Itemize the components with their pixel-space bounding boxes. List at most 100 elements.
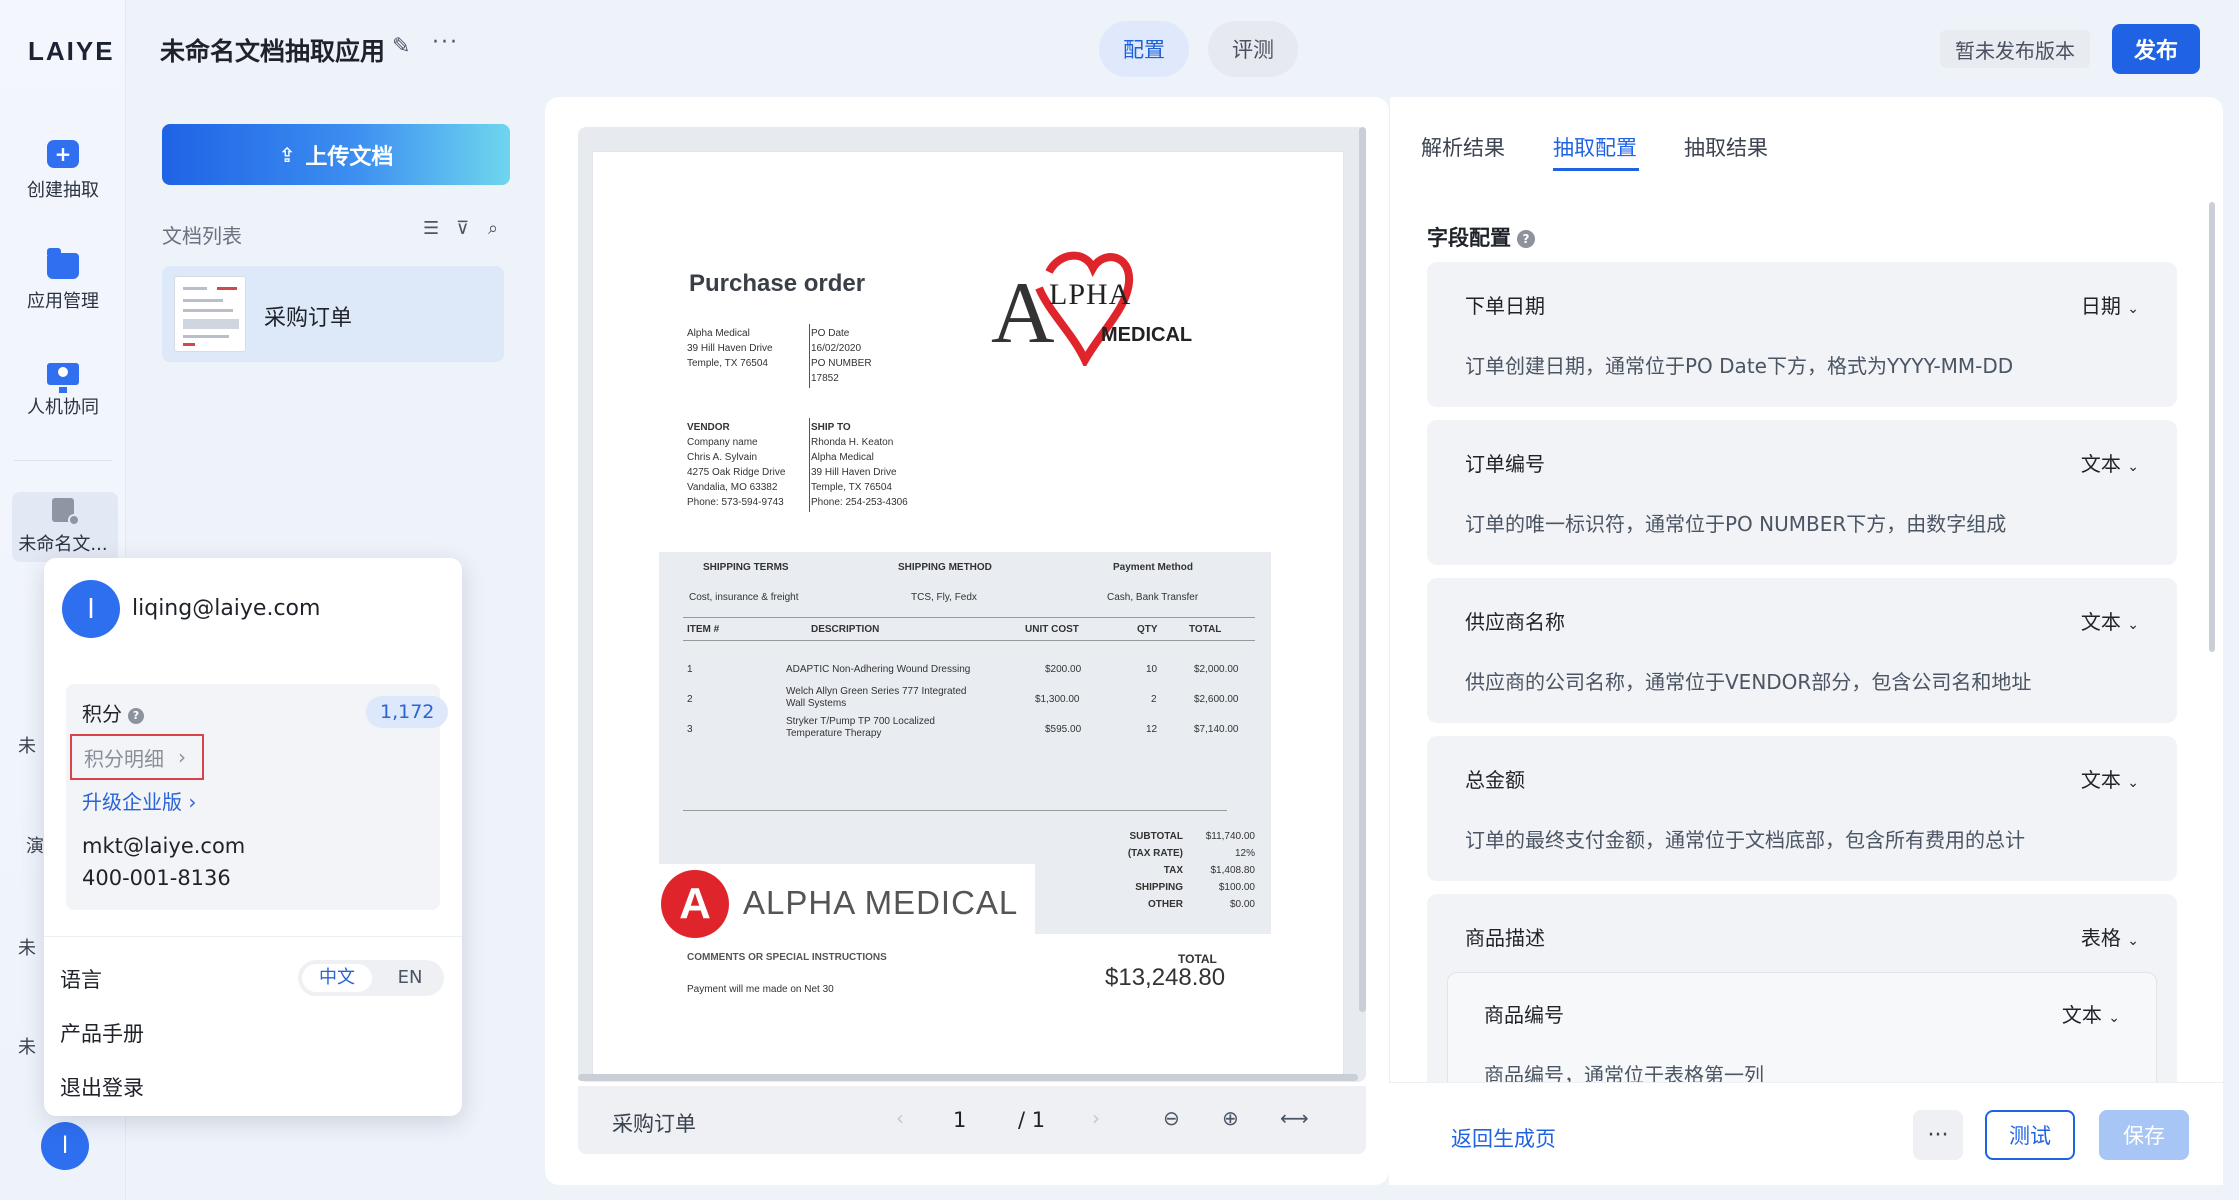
upgrade-link[interactable]: 升级企业版 ›: [82, 786, 196, 815]
po-block: PO Date 16/02/2020 PO NUMBER 17852: [811, 328, 872, 384]
rail-item-create[interactable]: + 创建抽取: [0, 140, 126, 202]
chevron-down-icon: ⌄: [2127, 301, 2139, 317]
chevron-right-icon: ›: [178, 745, 186, 769]
filter-icon[interactable]: ⊽: [456, 218, 469, 239]
rail-peek-3[interactable]: 未: [18, 934, 36, 960]
total-amount: $13,248.80: [1105, 964, 1226, 991]
points-box: 积分? 1,172 升级企业版 › mkt@laiye.com 400-001-…: [66, 684, 449, 910]
field-config-title: 字段配置?: [1427, 222, 1535, 252]
zoom-in-icon[interactable]: ⊕: [1222, 1106, 1239, 1130]
buyer-block: Alpha Medical 39 Hill Haven Drive Temple…: [687, 328, 773, 369]
brand-logo[interactable]: LAIYE: [28, 36, 115, 67]
help-icon[interactable]: ?: [1517, 230, 1535, 248]
doc-name: 采购订单: [264, 306, 353, 331]
comments-text: Payment will me made on Net 30: [687, 984, 834, 995]
field-type-select[interactable]: 日期 ⌄: [2081, 290, 2139, 319]
more-actions-button[interactable]: ···: [1913, 1110, 1963, 1160]
lang-option-zh[interactable]: 中文: [302, 964, 372, 992]
points-detail-link[interactable]: 积分明细 ›: [70, 734, 204, 780]
summary-labels: SUBTOTAL (TAX RATE) TAX SHIPPING OTHER: [1127, 831, 1183, 910]
alpha-banner: A ALPHA MEDICAL: [655, 864, 1035, 944]
field-card-order-number[interactable]: 订单编号 文本 ⌄ 订单的唯一标识符，通常位于PO NUMBER下方，由数字组成: [1427, 420, 2177, 565]
banner-text: ALPHA MEDICAL: [743, 884, 1019, 921]
upload-label: 上传文档: [305, 144, 394, 170]
rail-peek-2[interactable]: 演: [26, 832, 44, 858]
save-button[interactable]: 保存: [2099, 1110, 2189, 1160]
back-to-generate-link[interactable]: 返回生成页: [1451, 1123, 1556, 1153]
monitor-user-icon: [47, 363, 79, 393]
field-name: 商品描述: [1465, 926, 1545, 950]
fit-width-icon[interactable]: ⟷: [1280, 1106, 1309, 1130]
app-title: 未命名文档抽取应用: [160, 37, 386, 66]
tab-extract-config[interactable]: 抽取配置: [1553, 132, 1637, 162]
contact-phone: 400-001-8136: [82, 866, 231, 890]
chevron-right-icon: ›: [188, 790, 197, 814]
rail-label: 应用管理: [27, 291, 99, 312]
user-email: liqing@laiye.com: [132, 596, 321, 621]
tab-parse-result[interactable]: 解析结果: [1421, 132, 1505, 162]
field-desc: 供应商的公司名称，通常位于VENDOR部分，包含公司名和地址: [1465, 670, 2032, 694]
sub-field-desc: 商品编号，通常位于表格第一列: [1484, 1063, 1764, 1082]
tab-config[interactable]: 配置: [1099, 21, 1189, 77]
chevron-down-icon: ⌄: [2127, 933, 2139, 949]
logout-button[interactable]: 退出登录: [60, 1072, 144, 1102]
sub-field-type-select[interactable]: 文本 ⌄: [2062, 999, 2120, 1028]
upload-document-button[interactable]: ⇪ 上传文档: [162, 124, 510, 185]
chevron-down-icon: ⌄: [2127, 459, 2139, 475]
zoom-out-icon[interactable]: ⊖: [1163, 1106, 1180, 1130]
rail-item-current-app[interactable]: 未命名文...: [0, 498, 126, 556]
rail-peek-4[interactable]: 未: [18, 1033, 36, 1059]
rail-peek-1[interactable]: 未: [18, 732, 36, 758]
field-card-vendor-name[interactable]: 供应商名称 文本 ⌄ 供应商的公司名称，通常位于VENDOR部分，包含公司名和地…: [1427, 578, 2177, 723]
search-icon[interactable]: ⌕: [488, 218, 498, 239]
prev-page-icon[interactable]: ‹: [896, 1106, 904, 1130]
preview-vertical-scrollbar[interactable]: [1359, 127, 1366, 1012]
vendor-block: VENDOR Company name Chris A. Sylvain 427…: [687, 422, 786, 508]
more-icon[interactable]: ···: [432, 30, 459, 55]
popup-avatar: l: [62, 580, 120, 638]
list-sort-icon[interactable]: ☰: [423, 218, 439, 239]
field-type-select[interactable]: 文本 ⌄: [2081, 448, 2139, 477]
logo-text-top: LPHA: [1049, 278, 1132, 311]
field-type-select[interactable]: 表格 ⌄: [2081, 922, 2139, 951]
field-card-product-desc[interactable]: 商品描述 表格 ⌄ 商品编号 文本 ⌄ 商品编号，通常位于表格第一列: [1427, 894, 2177, 1082]
chevron-down-icon: ⌄: [2127, 775, 2139, 791]
doclist-title: 文档列表: [162, 224, 242, 248]
tab-eval[interactable]: 评测: [1208, 21, 1298, 77]
language-label: 语言: [60, 968, 102, 992]
next-page-icon[interactable]: ›: [1092, 1106, 1100, 1130]
field-type-select[interactable]: 文本 ⌄: [2081, 764, 2139, 793]
tab-extract-result[interactable]: 抽取结果: [1684, 132, 1768, 162]
doc-list-item[interactable]: 采购订单: [162, 266, 504, 362]
page-number-input[interactable]: 1: [953, 1108, 966, 1132]
rail-item-collab[interactable]: 人机协同: [0, 363, 126, 419]
config-scrollbar[interactable]: [2209, 202, 2215, 652]
points-help-icon[interactable]: ?: [128, 707, 144, 724]
field-type-select[interactable]: 文本 ⌄: [2081, 606, 2139, 635]
language-toggle[interactable]: 中文 EN: [298, 960, 444, 996]
field-desc: 订单创建日期，通常位于PO Date下方，格式为YYYY-MM-DD: [1465, 354, 2014, 378]
lang-option-en[interactable]: EN: [382, 964, 438, 992]
summary-values: $11,740.00 12% $1,408.80 $100.00 $0.00: [1205, 831, 1255, 910]
field-card-total-amount[interactable]: 总金额 文本 ⌄ 订单的最终支付金额，通常位于文档底部，包含所有费用的总计: [1427, 736, 2177, 881]
sub-field-card-product-no[interactable]: 商品编号 文本 ⌄ 商品编号，通常位于表格第一列: [1447, 972, 2157, 1082]
contact-email: mkt@laiye.com: [82, 834, 246, 858]
banner-logo-icon: A: [661, 870, 729, 938]
rail-divider: [14, 460, 112, 461]
rail-item-apps[interactable]: 应用管理: [0, 248, 126, 313]
preview-horizontal-scrollbar[interactable]: [578, 1074, 1358, 1081]
points-value: 1,172: [366, 696, 449, 728]
test-button[interactable]: 测试: [1985, 1110, 2075, 1160]
upload-icon: ⇪: [278, 142, 296, 167]
edit-pencil-icon[interactable]: ✎: [392, 34, 410, 59]
comments-label: COMMENTS OR SPECIAL INSTRUCTIONS: [687, 952, 887, 963]
version-status[interactable]: 暂未发布版本: [1940, 30, 2090, 68]
document-gear-icon: [52, 498, 80, 526]
product-manual-link[interactable]: 产品手册: [60, 1018, 144, 1048]
sub-field-name: 商品编号: [1484, 1003, 1564, 1027]
publish-button[interactable]: 发布: [2112, 24, 2200, 74]
document-page: Purchase order A LPHA MEDICAL Alpha Medi…: [593, 152, 1343, 1074]
field-card-order-date[interactable]: 下单日期 日期 ⌄ 订单创建日期，通常位于PO Date下方，格式为YYYY-M…: [1427, 262, 2177, 407]
rail-avatar[interactable]: l: [41, 1122, 89, 1170]
field-name: 下单日期: [1465, 294, 1545, 318]
